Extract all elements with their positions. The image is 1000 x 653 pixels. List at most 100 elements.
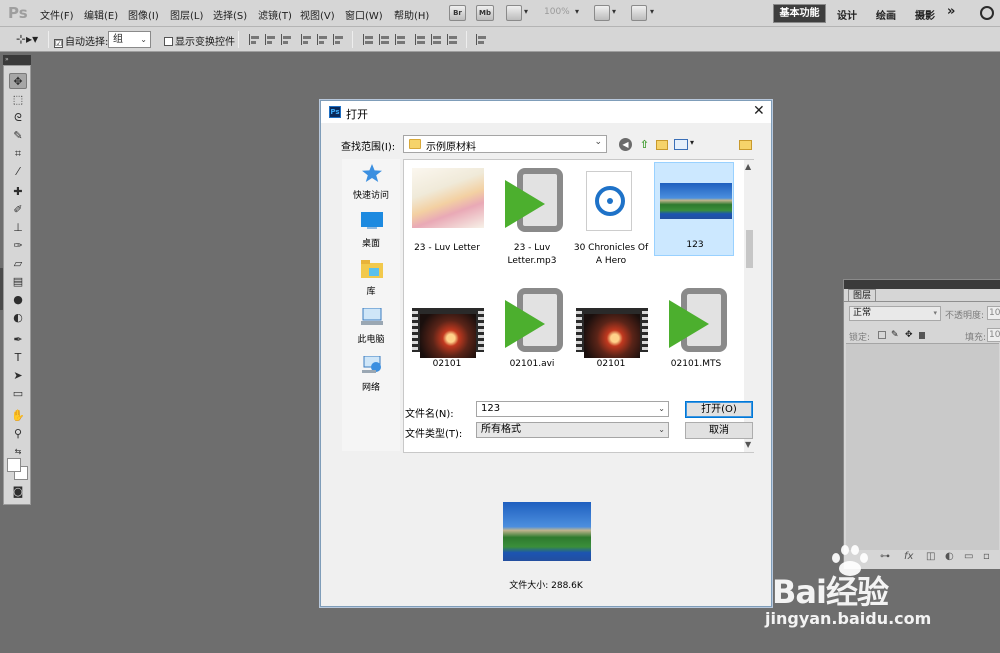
filetype-select[interactable]: 所有格式 ⌄: [476, 422, 669, 438]
gradient-tool-icon[interactable]: ▤: [9, 274, 27, 290]
lasso-tool-icon[interactable]: ᘓ: [9, 110, 27, 126]
minibridge-button[interactable]: Mb: [476, 5, 494, 21]
move-tool-preset-icon[interactable]: ⊹▸▾: [16, 32, 38, 46]
menu-view[interactable]: 视图(V): [300, 7, 335, 22]
cancel-button[interactable]: 取消: [685, 422, 753, 439]
place-this-pc[interactable]: 此电脑: [342, 305, 400, 349]
more-workspaces-button[interactable]: »: [947, 4, 955, 19]
place-library[interactable]: 库: [342, 257, 400, 301]
lock-pixels-icon[interactable]: ✎: [891, 331, 899, 340]
distribute-left-icon[interactable]: [415, 34, 427, 45]
cs-live-icon[interactable]: [980, 6, 994, 20]
file-item[interactable]: 30 Chronicles Of A Hero: [571, 162, 651, 272]
distribute-hcenter-icon[interactable]: [431, 34, 443, 45]
menu-window[interactable]: 窗口(W): [345, 7, 383, 22]
distribute-top-icon[interactable]: [363, 34, 375, 45]
toolbox-collapse-icon[interactable]: »: [3, 55, 31, 65]
menu-file[interactable]: 文件(F): [40, 7, 74, 22]
scroll-up-icon[interactable]: ▲: [745, 162, 751, 171]
crop-tool-icon[interactable]: ⌗: [9, 146, 27, 162]
fill-field[interactable]: 10: [987, 328, 1000, 342]
align-vcenter-icon[interactable]: [265, 34, 277, 45]
menu-filter[interactable]: 滤镜(T): [258, 7, 292, 22]
file-item-selected[interactable]: 123: [654, 162, 734, 256]
chevron-down-icon[interactable]: ▾: [575, 7, 579, 16]
chevron-down-icon[interactable]: ▾: [612, 7, 616, 16]
brush-tool-icon[interactable]: ✐: [9, 202, 27, 218]
file-item[interactable]: 02101.avi: [492, 282, 572, 392]
auto-select-checkbox[interactable]: ☑ 自动选择:: [54, 33, 108, 48]
look-in-dropdown[interactable]: 示例原材料 ⌄: [403, 135, 607, 153]
distribute-vcenter-icon[interactable]: [379, 34, 391, 45]
menu-select[interactable]: 选择(S): [213, 7, 247, 22]
pen-tool-icon[interactable]: ✒: [9, 332, 27, 348]
workspace-design[interactable]: 设计: [837, 7, 857, 22]
place-quick-access[interactable]: 快速访问: [342, 161, 400, 205]
move-tool-icon[interactable]: ✥: [9, 73, 27, 89]
new-folder-icon[interactable]: [656, 140, 668, 150]
blur-tool-icon[interactable]: ●: [9, 292, 27, 308]
menu-layer[interactable]: 图层(L): [170, 7, 203, 22]
foreground-color-swatch[interactable]: [7, 458, 21, 472]
checkbox-unchecked[interactable]: [164, 37, 173, 46]
menu-edit[interactable]: 编辑(E): [84, 7, 118, 22]
align-top-icon[interactable]: [249, 34, 261, 45]
auto-select-dropdown[interactable]: 组 ⌄: [108, 31, 151, 48]
scroll-down-icon[interactable]: ▼: [745, 440, 751, 449]
path-select-tool-icon[interactable]: ➤: [9, 368, 27, 384]
zoom-tool-icon[interactable]: ⚲: [9, 426, 27, 442]
scrollbar-thumb[interactable]: [746, 230, 753, 268]
open-button[interactable]: 打开(O): [685, 401, 753, 418]
file-item[interactable]: 02101: [407, 282, 487, 392]
lock-position-icon[interactable]: ✥: [905, 331, 913, 340]
clone-stamp-tool-icon[interactable]: ⊥: [9, 220, 27, 236]
view-menu-icon[interactable]: [674, 139, 688, 150]
chevron-down-icon[interactable]: ▾: [650, 7, 654, 16]
align-hcenter-icon[interactable]: [317, 34, 329, 45]
history-brush-tool-icon[interactable]: ✑: [9, 238, 27, 254]
arrange-documents-icon[interactable]: [594, 5, 610, 21]
checkbox-checked[interactable]: ☑: [54, 39, 63, 48]
folder-options-icon[interactable]: [739, 140, 752, 150]
quick-mask-icon[interactable]: ◙: [9, 484, 27, 500]
file-item[interactable]: 23 - Luv Letter: [407, 162, 487, 272]
screen-mode-icon[interactable]: [631, 5, 647, 21]
workspace-essentials[interactable]: 基本功能: [773, 4, 826, 23]
type-tool-icon[interactable]: T: [9, 350, 27, 366]
zoom-level[interactable]: 100%: [544, 7, 570, 17]
close-icon[interactable]: ✕: [753, 103, 765, 119]
dodge-tool-icon[interactable]: ◐: [9, 310, 27, 326]
file-item[interactable]: 02101: [571, 282, 651, 392]
align-left-icon[interactable]: [301, 34, 313, 45]
auto-align-icon[interactable]: [476, 34, 488, 45]
distribute-right-icon[interactable]: [447, 34, 459, 45]
align-right-icon[interactable]: [333, 34, 345, 45]
shape-tool-icon[interactable]: ▭: [9, 386, 27, 402]
workspace-photography[interactable]: 摄影: [915, 7, 935, 22]
align-bottom-icon[interactable]: [281, 34, 293, 45]
filename-field[interactable]: 123 ⌄: [476, 401, 669, 417]
bridge-button[interactable]: Br: [449, 5, 466, 21]
place-network[interactable]: 网络: [342, 353, 400, 397]
marquee-tool-icon[interactable]: ⬚: [9, 92, 27, 108]
show-transform-checkbox[interactable]: 显示变换控件: [164, 33, 235, 48]
hand-tool-icon[interactable]: ✋: [9, 408, 27, 424]
quick-select-tool-icon[interactable]: ✎: [9, 128, 27, 144]
healing-brush-tool-icon[interactable]: ✚: [9, 184, 27, 200]
place-desktop[interactable]: 桌面: [342, 209, 400, 253]
workspace-painting[interactable]: 绘画: [876, 7, 896, 22]
lock-transparent-icon[interactable]: [878, 331, 886, 339]
eyedropper-tool-icon[interactable]: ⁄: [9, 164, 27, 180]
chevron-down-icon[interactable]: ▾: [690, 138, 694, 147]
opacity-field[interactable]: 10: [987, 306, 1000, 320]
blend-mode-select[interactable]: 正常 ▾: [849, 306, 941, 321]
up-folder-icon[interactable]: ⇧: [638, 138, 651, 151]
back-icon[interactable]: ◀: [619, 138, 632, 151]
distribute-bottom-icon[interactable]: [395, 34, 407, 45]
file-item[interactable]: 23 - Luv Letter.mp3: [492, 162, 572, 272]
menu-help[interactable]: 帮助(H): [394, 7, 429, 22]
extras-icon[interactable]: [506, 5, 522, 21]
chevron-down-icon[interactable]: ▾: [524, 7, 528, 16]
file-item[interactable]: 02101.MTS: [656, 282, 736, 392]
eraser-tool-icon[interactable]: ▱: [9, 256, 27, 272]
